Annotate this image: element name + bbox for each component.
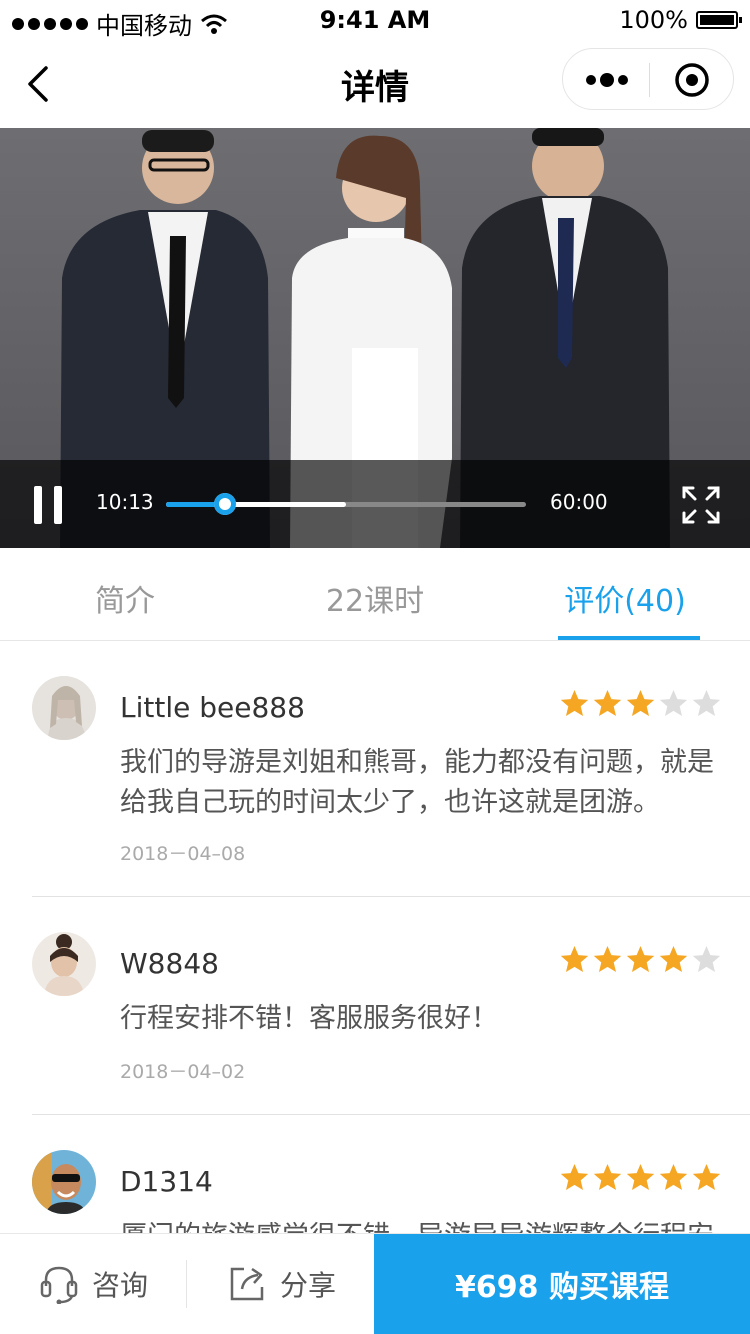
tab-lessons[interactable]: 22课时 bbox=[250, 576, 500, 620]
consult-button[interactable]: 咨询 bbox=[40, 1234, 148, 1334]
consult-label: 咨询 bbox=[92, 1269, 149, 1302]
fullscreen-icon[interactable] bbox=[680, 484, 722, 526]
tab-bar: 简介 22课时 评价(40) bbox=[0, 548, 750, 641]
star-filled-icon bbox=[626, 945, 655, 973]
duration: 60:00 bbox=[550, 490, 608, 514]
progress-knob[interactable] bbox=[214, 493, 237, 515]
reviewer-name: D1314 bbox=[120, 1165, 213, 1198]
divider bbox=[32, 1114, 750, 1115]
avatar bbox=[32, 1150, 96, 1214]
progress-track[interactable] bbox=[166, 493, 526, 515]
star-empty-icon bbox=[692, 689, 721, 717]
avatar bbox=[32, 932, 96, 996]
star-filled-icon bbox=[626, 689, 655, 717]
star-filled-icon bbox=[659, 945, 688, 973]
star-filled-icon bbox=[626, 1163, 655, 1191]
capsule-menu bbox=[562, 48, 734, 110]
bottom-bar: 咨询 分享 ¥698 购买课程 bbox=[0, 1234, 750, 1334]
star-filled-icon bbox=[593, 945, 622, 973]
buy-course-button[interactable]: ¥698 购买课程 bbox=[374, 1234, 750, 1334]
reviewer-name: W8848 bbox=[120, 947, 219, 980]
avatar bbox=[32, 676, 96, 740]
star-filled-icon bbox=[659, 1163, 688, 1191]
share-icon bbox=[230, 1267, 264, 1301]
share-label: 分享 bbox=[280, 1269, 337, 1302]
review-list: Little bee888 我们的导游是刘姐和熊哥，能力都没有问题，就是给我自己… bbox=[0, 641, 750, 1234]
star-filled-icon bbox=[692, 1163, 721, 1191]
divider bbox=[32, 896, 750, 897]
video-controls: 10:13 60:00 bbox=[0, 460, 750, 548]
video-player[interactable]: 10:13 60:00 bbox=[0, 128, 750, 548]
star-empty-icon bbox=[659, 689, 688, 717]
battery-icon bbox=[696, 11, 742, 29]
tab-intro[interactable]: 简介 bbox=[0, 576, 250, 620]
more-icon[interactable] bbox=[581, 65, 633, 95]
capsule-divider bbox=[649, 63, 650, 97]
share-button[interactable]: 分享 bbox=[228, 1234, 336, 1334]
pause-icon[interactable] bbox=[32, 486, 64, 524]
review-text: 我们的导游是刘姐和熊哥，能力都没有问题，就是给我自己玩的时间太少了，也许这就是团… bbox=[120, 747, 714, 818]
bottom-divider bbox=[186, 1260, 187, 1308]
status-right: 100% bbox=[619, 6, 742, 34]
review-date: 2018－04–08 bbox=[120, 843, 246, 865]
rating-stars bbox=[559, 1162, 722, 1193]
review-text: 厦门的旅游感觉很不错，导游导导游辉整个行程安 bbox=[120, 1217, 720, 1234]
close-miniprogram-icon[interactable] bbox=[673, 61, 711, 99]
tab-indicator bbox=[558, 636, 700, 640]
rating-stars bbox=[559, 944, 722, 975]
star-filled-icon bbox=[593, 1163, 622, 1191]
review-date: 2018－04–02 bbox=[120, 1061, 246, 1083]
battery-percent: 100% bbox=[619, 6, 688, 34]
review-text: 行程安排不错！客服服务很好！ bbox=[120, 1003, 498, 1034]
star-filled-icon bbox=[560, 689, 589, 717]
reviewer-name: Little bee888 bbox=[120, 691, 305, 724]
star-empty-icon bbox=[692, 945, 721, 973]
nav-bar: 详情 bbox=[0, 40, 750, 128]
tab-reviews[interactable]: 评价(40) bbox=[500, 576, 750, 620]
star-filled-icon bbox=[560, 1163, 589, 1191]
headset-icon bbox=[40, 1266, 78, 1304]
rating-stars bbox=[559, 688, 722, 719]
star-filled-icon bbox=[560, 945, 589, 973]
star-filled-icon bbox=[593, 689, 622, 717]
status-bar: 中国移动 9:41 AM 100% bbox=[0, 0, 750, 40]
current-time: 10:13 bbox=[96, 490, 154, 514]
